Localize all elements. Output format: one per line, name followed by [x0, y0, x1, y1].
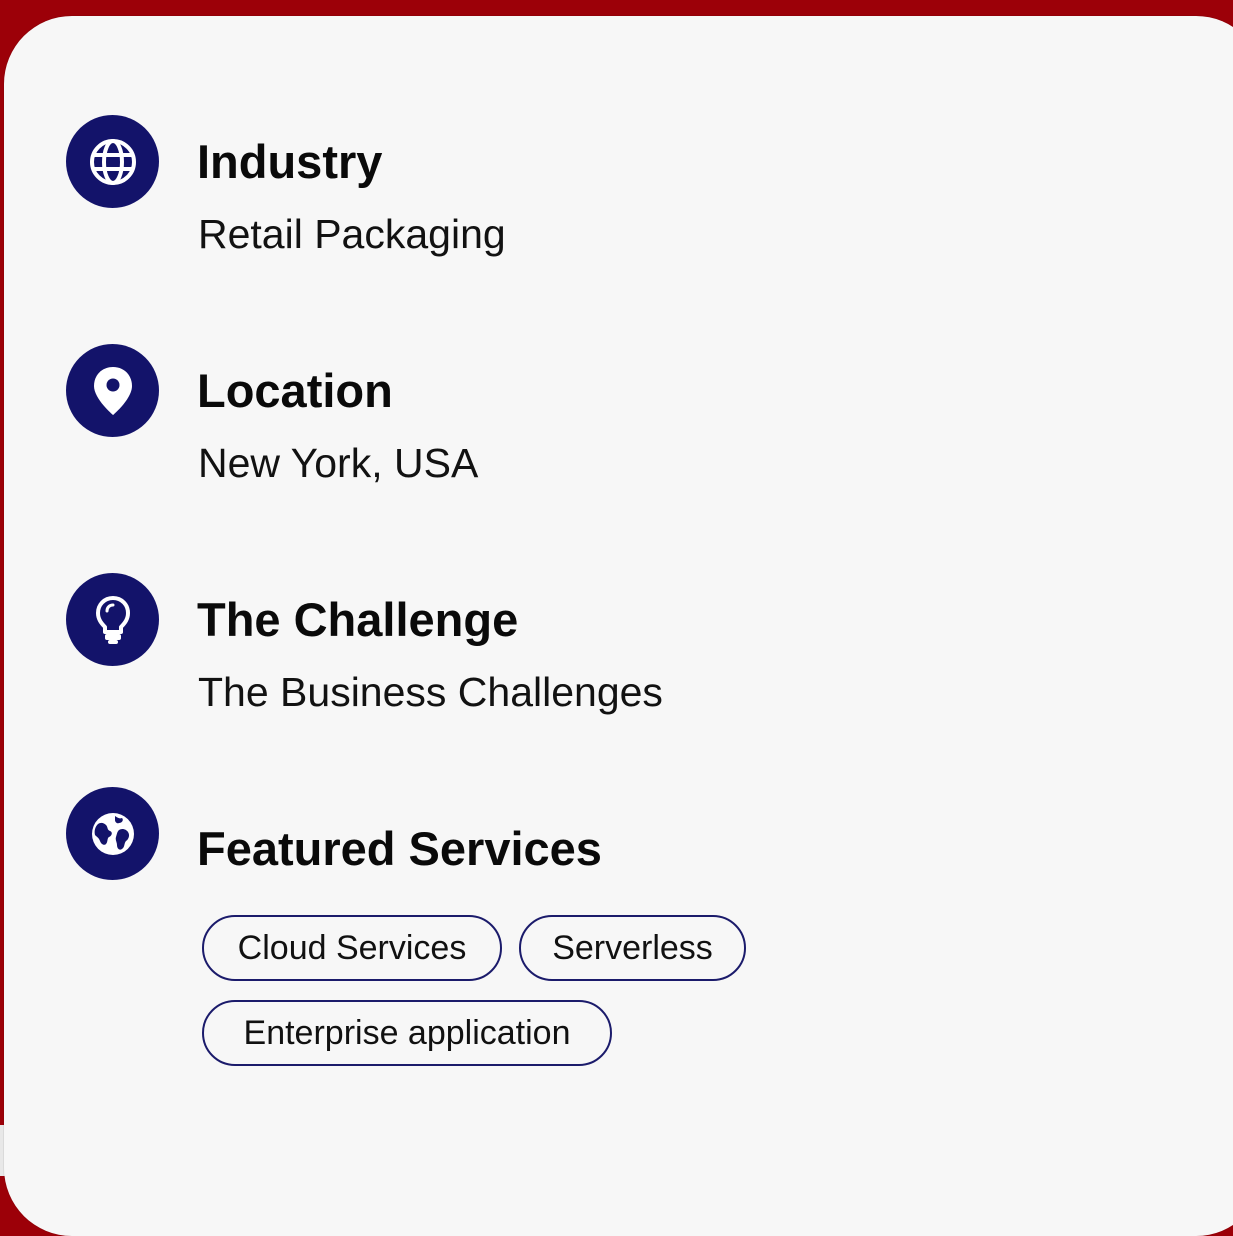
- map-pin-icon: [66, 344, 159, 437]
- industry-heading: Industry: [197, 135, 383, 188]
- tag-enterprise-application[interactable]: Enterprise application: [202, 1000, 612, 1066]
- location-value: New York, USA: [198, 440, 479, 486]
- earth-icon: [66, 787, 159, 880]
- globe-icon: [66, 115, 159, 208]
- location-heading: Location: [197, 364, 393, 417]
- tag-serverless[interactable]: Serverless: [519, 915, 746, 981]
- lightbulb-icon: [66, 573, 159, 666]
- case-study-details-card: Industry Retail Packaging Location New Y…: [4, 16, 1233, 1236]
- tag-cloud-services[interactable]: Cloud Services: [202, 915, 502, 981]
- challenge-value: The Business Challenges: [198, 669, 663, 715]
- featured-services-heading: Featured Services: [197, 822, 602, 875]
- challenge-heading: The Challenge: [197, 593, 519, 646]
- industry-value: Retail Packaging: [198, 211, 506, 257]
